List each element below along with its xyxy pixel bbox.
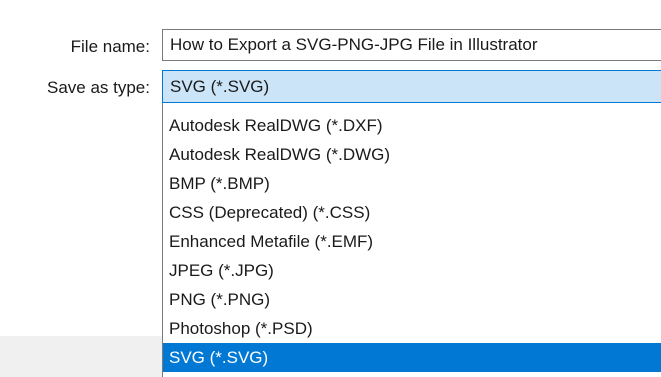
- save-as-type-selected-value: SVG (*.SVG): [170, 77, 270, 96]
- file-type-option-jpg[interactable]: JPEG (*.JPG): [163, 256, 661, 285]
- file-type-option-emf[interactable]: Enhanced Metafile (*.EMF): [163, 227, 661, 256]
- file-type-option-png[interactable]: PNG (*.PNG): [163, 285, 661, 314]
- file-type-option-dxf[interactable]: Autodesk RealDWG (*.DXF): [163, 111, 661, 140]
- save-dialog: File name: How to Export a SVG-PNG-JPG F…: [0, 0, 661, 377]
- file-type-option-css[interactable]: CSS (Deprecated) (*.CSS): [163, 198, 661, 227]
- file-name-input[interactable]: How to Export a SVG-PNG-JPG File in Illu…: [162, 29, 661, 61]
- file-type-option-psd[interactable]: Photoshop (*.PSD): [163, 314, 661, 343]
- file-type-option-bmp[interactable]: BMP (*.BMP): [163, 169, 661, 198]
- save-as-type-select[interactable]: SVG (*.SVG): [162, 70, 661, 103]
- save-as-type-label: Save as type:: [46, 78, 150, 97]
- file-type-option-svg[interactable]: SVG (*.SVG): [163, 343, 661, 372]
- file-type-option-dwg[interactable]: Autodesk RealDWG (*.DWG): [163, 140, 661, 169]
- file-type-options: Autodesk RealDWG (*.DXF) Autodesk RealDW…: [163, 103, 661, 372]
- save-as-type-dropdown-list: Autodesk RealDWG (*.DXF) Autodesk RealDW…: [162, 103, 661, 377]
- file-name-label: File name:: [70, 37, 150, 56]
